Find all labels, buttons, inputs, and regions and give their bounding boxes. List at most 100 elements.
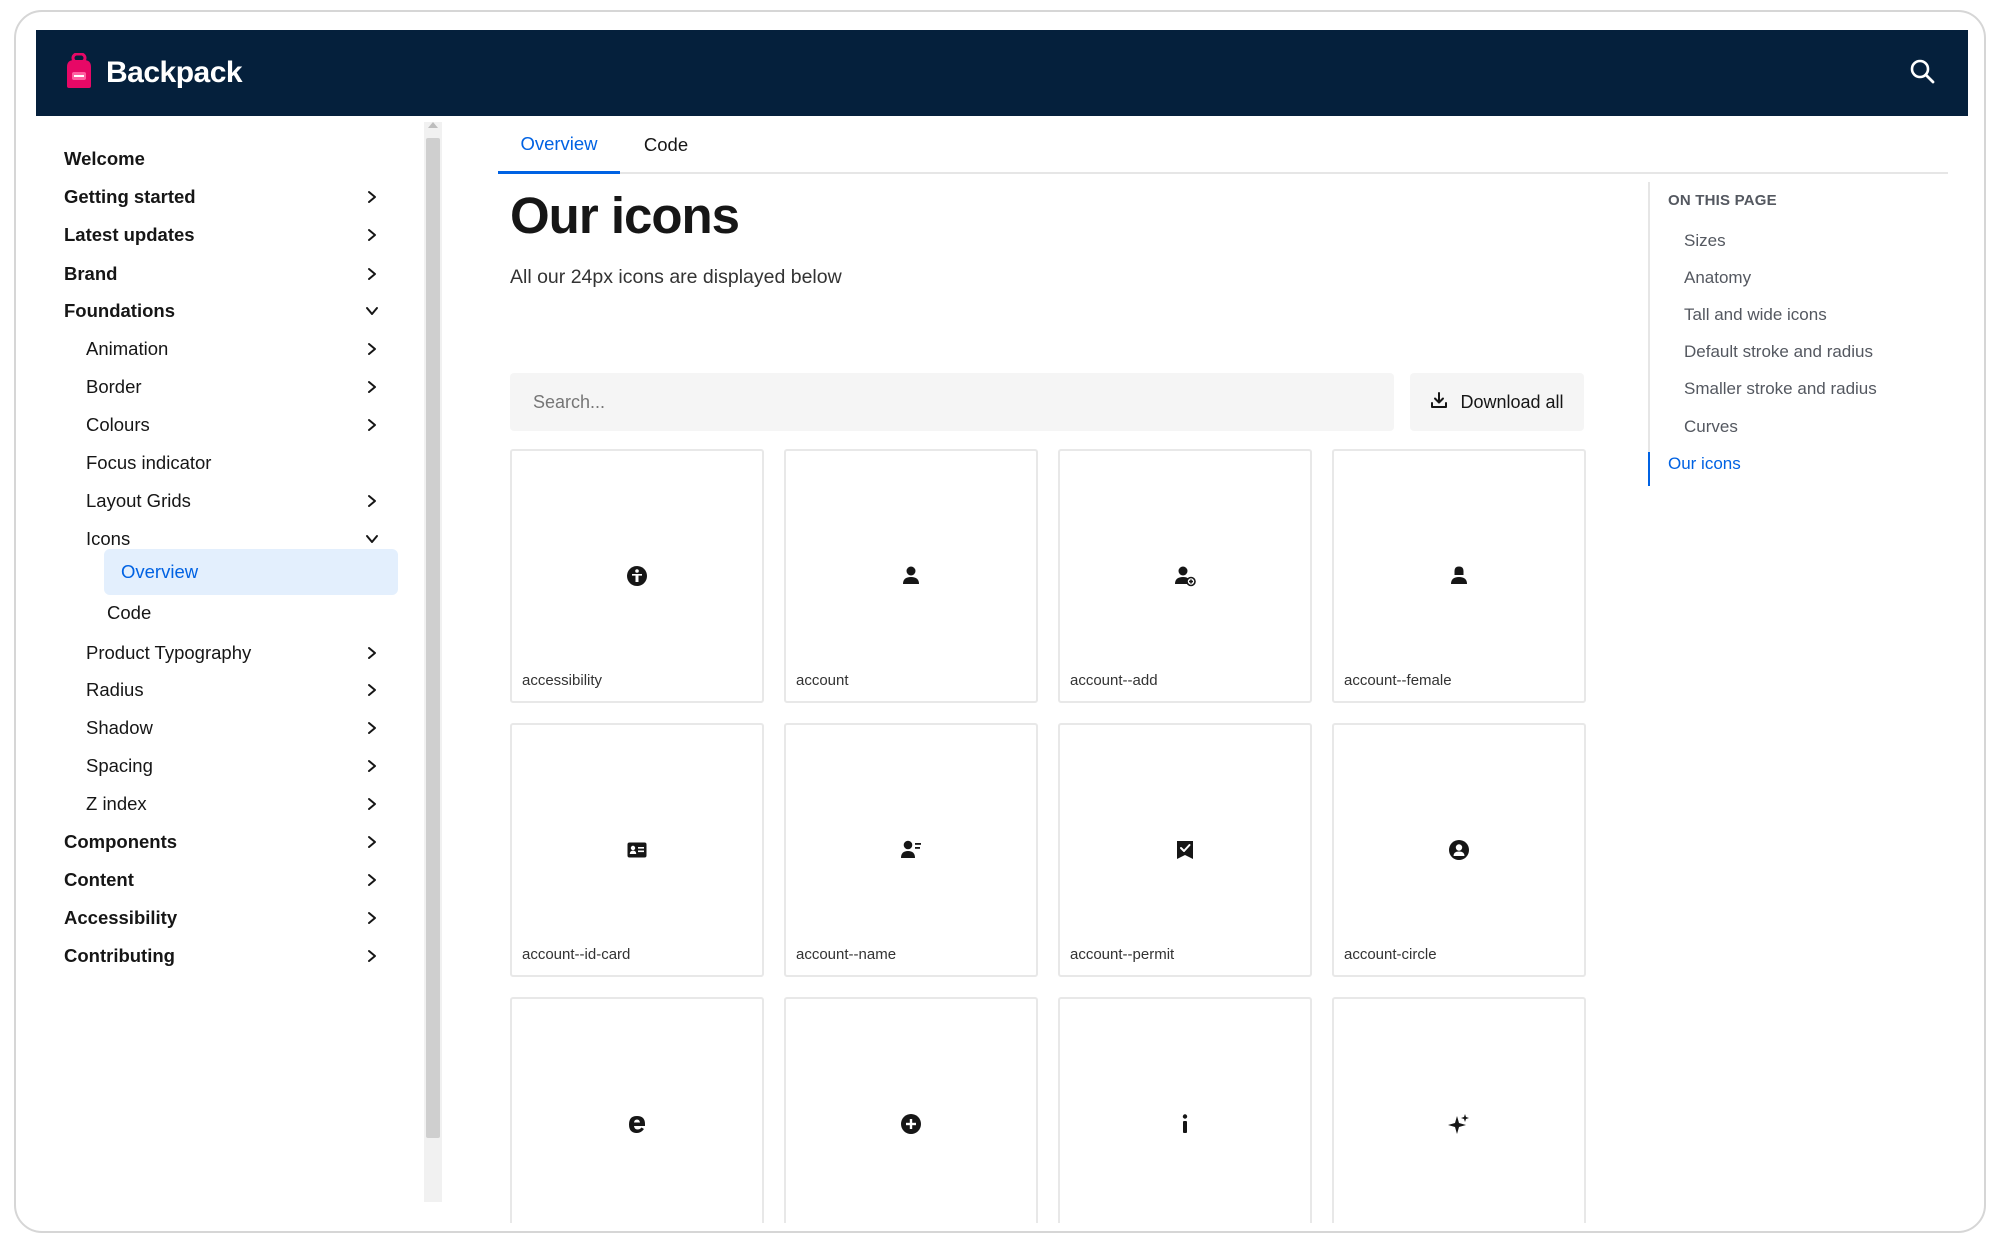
icon-card[interactable]: account--add <box>1058 449 1312 703</box>
icon-card[interactable]: account--permit <box>1058 723 1312 977</box>
icon-card-label: account <box>796 672 849 689</box>
chevron-right-icon[interactable] <box>362 908 382 928</box>
sidebar-item-label: Border <box>86 376 142 397</box>
icon-card[interactable]: account-circle <box>1332 723 1586 977</box>
account-permit-icon <box>1174 839 1196 861</box>
sidebar-item-label: Overview <box>121 561 199 582</box>
page-subtitle: All our 24px icons are displayed below <box>510 266 842 288</box>
chevron-down-icon[interactable] <box>362 301 382 321</box>
top-header: Backpack <box>36 30 1968 116</box>
icon-card[interactable]: account--name <box>784 723 1038 977</box>
chevron-right-icon[interactable] <box>362 187 382 207</box>
chevron-down-icon[interactable] <box>362 529 382 549</box>
icon-card-label: account-circle <box>1344 946 1437 963</box>
account-icon <box>900 565 922 587</box>
tab-overview[interactable]: Overview <box>498 116 620 174</box>
sidebar-item-label: Z index <box>86 793 147 814</box>
sidebar: Welcome Getting started Latest updates Bran… <box>36 116 446 1223</box>
chevron-right-icon[interactable] <box>362 870 382 890</box>
page-title: Our icons <box>510 187 740 244</box>
sidebar-item-label: Layout Grids <box>86 490 191 511</box>
app-window: Backpack Welcome Getting started Latest up… <box>14 10 1986 1233</box>
brand-name: Backpack <box>106 56 243 89</box>
icon-card[interactable]: account <box>784 449 1038 703</box>
sidebar-item-label: Focus indicator <box>86 452 212 473</box>
chevron-right-icon[interactable] <box>362 339 382 359</box>
chevron-right-icon[interactable] <box>362 264 382 284</box>
chevron-right-icon[interactable] <box>362 794 382 814</box>
chevron-right-icon[interactable] <box>362 643 382 663</box>
chevron-right-icon[interactable] <box>362 415 382 435</box>
sidebar-item-label: Icons <box>86 528 131 549</box>
account-name-icon <box>900 839 922 861</box>
toc-heading: ON THIS PAGE <box>1668 192 1777 209</box>
account-female-icon <box>1448 565 1470 587</box>
page-tabs: Overview Code <box>498 116 1948 174</box>
icon-card-label: account--id-card <box>522 946 631 963</box>
icon-card[interactable]: accessibility <box>510 449 764 703</box>
icon-card[interactable] <box>784 997 1038 1223</box>
sidebar-item-label: Content <box>64 869 134 890</box>
sidebar-item-label: Code <box>107 602 152 623</box>
account-add-icon <box>1174 565 1196 587</box>
account-circle-icon <box>1448 839 1470 861</box>
brand[interactable]: Backpack <box>64 52 243 94</box>
download-all-button[interactable]: Download all <box>1410 373 1584 431</box>
icon-card[interactable]: account--female <box>1332 449 1586 703</box>
icon-grid: accessibility account account--add account-… <box>510 449 1586 1223</box>
chevron-right-icon[interactable] <box>362 946 382 966</box>
toc-item-smaller-stroke-and-radius[interactable]: Smaller stroke and radius <box>1684 379 1877 399</box>
sidebar-item-label: Accessibility <box>64 907 178 928</box>
toc-item-sizes[interactable]: Sizes <box>1684 231 1726 251</box>
sidebar-item-label: Shadow <box>86 717 153 738</box>
sidebar-item-label: Product Typography <box>86 642 252 663</box>
icon-card[interactable]: account--id-card <box>510 723 764 977</box>
chevron-right-icon[interactable] <box>362 756 382 776</box>
chevron-right-icon[interactable] <box>362 225 382 245</box>
sidebar-item-label: Animation <box>86 338 169 359</box>
sidebar-item-label: Colours <box>86 414 150 435</box>
chevron-right-icon[interactable] <box>362 377 382 397</box>
search-button[interactable] <box>1904 55 1940 91</box>
toc-active-indicator <box>1648 452 1650 486</box>
icon-card[interactable] <box>1332 997 1586 1223</box>
chevron-right-icon[interactable] <box>362 832 382 852</box>
icon-card-label: account--female <box>1344 672 1452 689</box>
icon-card-label: account--permit <box>1070 946 1175 963</box>
scrollbar-thumb[interactable] <box>426 138 440 1138</box>
information-icon <box>1174 1113 1196 1135</box>
sidebar-item-label: Getting started <box>64 186 196 207</box>
download-all-label: Download all <box>1460 391 1564 412</box>
add-circle-icon <box>900 1113 922 1135</box>
chevron-right-icon[interactable] <box>362 491 382 511</box>
icon-card[interactable] <box>510 997 764 1223</box>
sparkle-icon <box>1448 1113 1470 1135</box>
icon-card-label: account--add <box>1070 672 1158 689</box>
scroll-up-arrow-icon[interactable] <box>428 122 438 128</box>
sidebar-item-label: Brand <box>64 263 118 284</box>
icon-search-input[interactable] <box>510 373 1394 431</box>
account-id-card-icon <box>626 839 648 861</box>
icon-card-label: accessibility <box>522 672 603 689</box>
toc-item-curves[interactable]: Curves <box>1684 417 1738 437</box>
sidebar-item-label: Welcome <box>64 148 145 169</box>
main-content: Overview Code Our icons All our 24px ico… <box>446 116 1968 1223</box>
sidebar-item-contributing[interactable]: Contributing <box>36 933 406 979</box>
tab-code[interactable]: Code <box>620 116 712 174</box>
sidebar-scrollbar[interactable] <box>424 122 442 1202</box>
toc-item-our-icons[interactable]: Our icons <box>1668 454 1741 474</box>
icon-card-label: account--name <box>796 946 897 963</box>
toc-item-tall-and-wide-icons[interactable]: Tall and wide icons <box>1684 305 1827 325</box>
backpack-logo-icon <box>64 52 94 94</box>
sidebar-item-label: Latest updates <box>64 224 195 245</box>
sidebar-item-label: Spacing <box>86 755 153 776</box>
e-icon <box>626 1113 648 1135</box>
toc-item-anatomy[interactable]: Anatomy <box>1684 268 1751 288</box>
icon-card[interactable] <box>1058 997 1312 1223</box>
chevron-right-icon[interactable] <box>362 680 382 700</box>
chevron-right-icon[interactable] <box>362 718 382 738</box>
accessibility-icon <box>626 565 648 587</box>
toc-item-default-stroke-and-radius[interactable]: Default stroke and radius <box>1684 342 1873 362</box>
sidebar-item-label: Foundations <box>64 300 175 321</box>
sidebar-item-overview[interactable]: Overview <box>104 549 398 595</box>
